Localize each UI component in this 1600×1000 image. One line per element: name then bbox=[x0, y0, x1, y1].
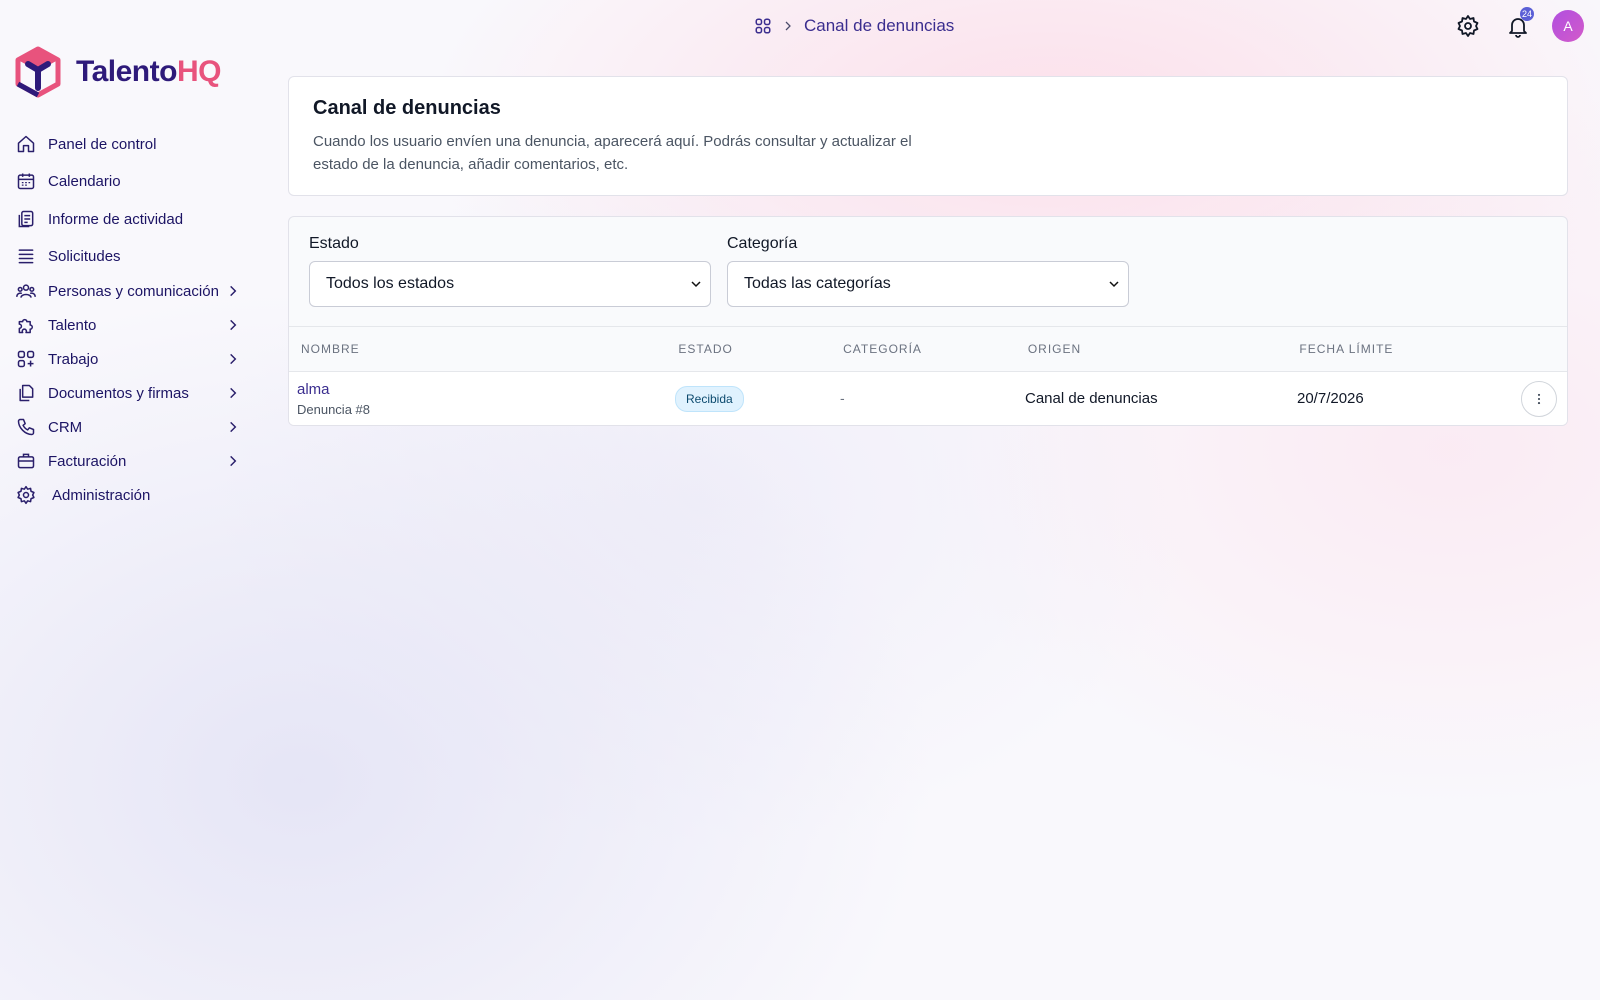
chevron-right-icon bbox=[230, 285, 237, 297]
sidebar-item-label: Facturación bbox=[48, 452, 127, 470]
sidebar-item-label: Trabajo bbox=[48, 350, 99, 368]
more-vertical-icon bbox=[1537, 393, 1541, 405]
settings-button[interactable] bbox=[1452, 10, 1484, 42]
page-description: Cuando los usuario envíen una denuncia, … bbox=[313, 133, 912, 173]
sidebar-item-label: Calendario bbox=[48, 172, 121, 190]
sidebar-item-informe-de-actividad[interactable]: Informe de actividad bbox=[16, 200, 244, 238]
chevron-right-icon bbox=[230, 353, 237, 365]
column-header-nombre[interactable]: NOMBRE bbox=[289, 342, 678, 356]
row-actions-button[interactable] bbox=[1521, 381, 1557, 417]
cell-fecha-limite: 20/7/2026 bbox=[1297, 390, 1497, 408]
sidebar-item-talento[interactable]: Talento bbox=[16, 308, 244, 342]
cell-categoria: - bbox=[840, 390, 1025, 408]
report-id: Denuncia #8 bbox=[297, 402, 370, 417]
chevron-down-icon bbox=[691, 281, 701, 288]
cell-estado: Recibida bbox=[675, 386, 840, 412]
gear-icon bbox=[1457, 15, 1479, 37]
chevron-right-icon bbox=[230, 387, 237, 399]
chevron-right-icon bbox=[230, 455, 237, 467]
breadcrumb: Canal de denuncias bbox=[754, 14, 954, 38]
status-badge: Recibida bbox=[675, 386, 744, 412]
reports-list-card: Estado Todos los estados Categoría Todas… bbox=[288, 216, 1568, 426]
sidebar-item-panel-de-control[interactable]: Panel de control bbox=[16, 126, 244, 162]
sidebar-item-label: Administración bbox=[52, 486, 151, 504]
puzzle-icon bbox=[18, 318, 33, 334]
categoria-select[interactable]: Todas las categorías bbox=[727, 261, 1129, 307]
phone-icon bbox=[17, 418, 35, 436]
sidebar-item-label: Informe de actividad bbox=[48, 210, 184, 228]
filters-bar: Estado Todos los estados Categoría Todas… bbox=[289, 217, 1567, 326]
documents-icon bbox=[19, 384, 34, 402]
stack-icon bbox=[18, 249, 34, 264]
brand-name: TalentoHQ bbox=[76, 55, 221, 89]
estado-filter-label: Estado bbox=[309, 235, 359, 252]
chevron-right-icon bbox=[230, 319, 237, 331]
fecha-limite-value: 20/7/2026 bbox=[1297, 390, 1364, 407]
notification-count-badge: 24 bbox=[1519, 7, 1534, 21]
column-header-estado[interactable]: ESTADO bbox=[678, 342, 843, 356]
origen-value: Canal de denuncias bbox=[1025, 390, 1158, 407]
categoria-filter-label: Categoría bbox=[727, 235, 798, 252]
calendar-icon bbox=[17, 173, 35, 190]
chevron-right-icon bbox=[785, 21, 791, 31]
cell-origen: Canal de denuncias bbox=[1025, 390, 1297, 408]
categoria-value: - bbox=[840, 390, 845, 406]
sidebar-item-personas-y-comunicacion[interactable]: Personas y comunicación bbox=[16, 274, 244, 308]
estado-filter: Estado Todos los estados bbox=[309, 235, 711, 310]
clipboard-icon bbox=[18, 210, 34, 228]
notifications-button[interactable]: 24 bbox=[1502, 7, 1534, 42]
sidebar-item-calendario[interactable]: Calendario bbox=[16, 162, 244, 200]
sidebar-item-label: Panel de control bbox=[48, 135, 157, 153]
page-header-card: Canal de denuncias Cuando los usuario en… bbox=[288, 76, 1568, 196]
users-icon bbox=[16, 284, 36, 298]
grid-home-icon[interactable] bbox=[754, 17, 772, 35]
brand-name-part1: Talento bbox=[76, 55, 177, 88]
estado-select[interactable]: Todos los estados bbox=[309, 261, 711, 307]
home-icon bbox=[17, 135, 35, 153]
brand-name-part2: HQ bbox=[176, 55, 222, 88]
sidebar-item-label: Documentos y firmas bbox=[48, 384, 189, 402]
sidebar-item-label: Personas y comunicación bbox=[48, 282, 219, 300]
cell-actions bbox=[1497, 381, 1565, 417]
cell-nombre: alma Denuncia #8 bbox=[289, 381, 679, 417]
column-header-categoria[interactable]: CATEGORÍA bbox=[843, 342, 1028, 356]
sidebar-nav: Panel de control Calendario Informe de a… bbox=[16, 126, 244, 512]
report-name-link[interactable]: alma bbox=[297, 381, 679, 398]
table-row[interactable]: alma Denuncia #8 Recibida - Canal de den… bbox=[289, 372, 1567, 425]
logo-cube-icon bbox=[15, 46, 61, 98]
top-actions: 24 A bbox=[1452, 7, 1584, 42]
categoria-filter: Categoría Todas las categorías bbox=[727, 235, 1129, 310]
estado-select-value: Todos los estados bbox=[326, 275, 455, 292]
reports-table: NOMBRE ESTADO CATEGORÍA ORIGEN FECHA LÍM… bbox=[289, 326, 1567, 425]
gear-icon bbox=[17, 485, 35, 505]
sidebar: TalentoHQ Panel de control Calendario In… bbox=[0, 0, 260, 1000]
brand-logo[interactable]: TalentoHQ bbox=[14, 46, 221, 98]
table-header: NOMBRE ESTADO CATEGORÍA ORIGEN FECHA LÍM… bbox=[289, 327, 1567, 372]
categoria-select-value: Todas las categorías bbox=[744, 275, 891, 292]
briefcase-icon bbox=[17, 453, 35, 469]
user-avatar[interactable]: A bbox=[1552, 10, 1584, 42]
chevron-right-icon bbox=[230, 421, 237, 433]
sidebar-item-label: Solicitudes bbox=[48, 247, 121, 265]
sidebar-item-solicitudes[interactable]: Solicitudes bbox=[16, 238, 244, 274]
breadcrumb-current: Canal de denuncias bbox=[804, 16, 955, 35]
sidebar-item-crm[interactable]: CRM bbox=[16, 410, 244, 444]
sidebar-item-trabajo[interactable]: Trabajo bbox=[16, 342, 244, 376]
chevron-down-icon bbox=[1109, 281, 1119, 288]
grid-plus-icon bbox=[17, 350, 35, 368]
sidebar-item-facturacion[interactable]: Facturación bbox=[16, 444, 244, 478]
sidebar-item-documentos-y-firmas[interactable]: Documentos y firmas bbox=[16, 376, 244, 410]
page-title: Canal de denuncias bbox=[313, 97, 501, 119]
column-header-fecha-limite[interactable]: FECHA LÍMITE bbox=[1299, 342, 1499, 356]
sidebar-item-label: Talento bbox=[48, 316, 97, 334]
sidebar-item-label: CRM bbox=[48, 418, 83, 436]
sidebar-item-administracion[interactable]: Administración bbox=[16, 478, 244, 512]
column-header-origen[interactable]: ORIGEN bbox=[1028, 342, 1300, 356]
